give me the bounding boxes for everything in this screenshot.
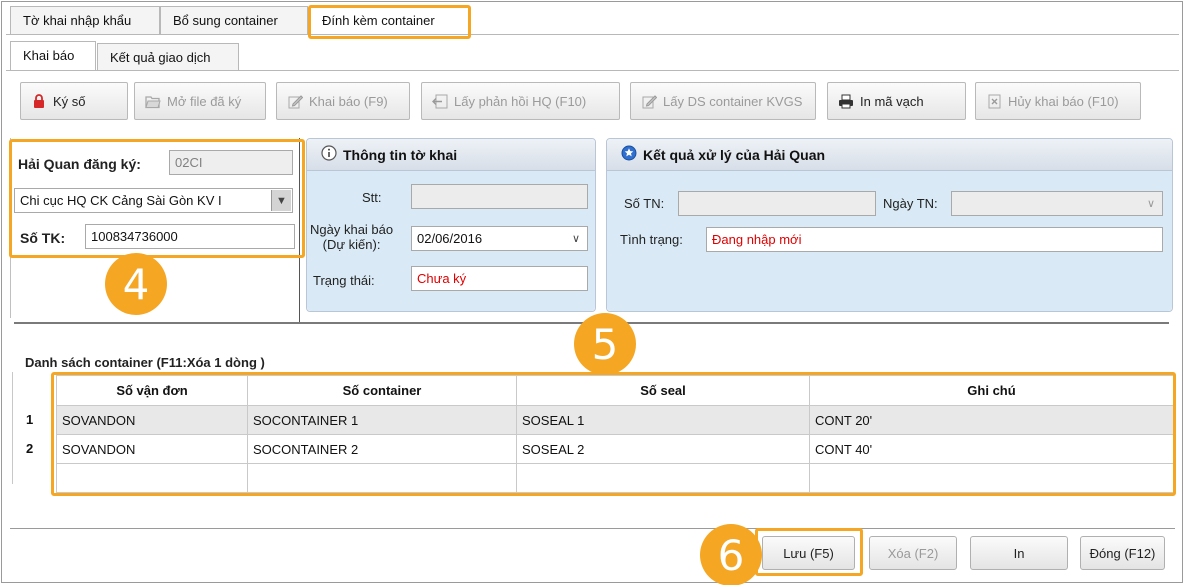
ket-qua-xu-ly-group: Kết quả xử lý của Hải Quan <box>606 138 1173 312</box>
ngay-tn-field[interactable]: ∨ <box>951 191 1163 216</box>
tab-label: Đính kèm container <box>322 13 435 28</box>
dong-button[interactable]: Đóng (F12) <box>1080 536 1165 570</box>
stt-label: Stt: <box>362 190 382 205</box>
cell-empty[interactable] <box>516 463 810 493</box>
tab-bo-sung-container[interactable]: Bổ sung container <box>160 6 308 34</box>
trang-thai-field[interactable]: Chưa ký <box>411 266 588 291</box>
lay-phan-hoi-button[interactable]: Lấy phản hồi HQ (F10) <box>421 82 620 120</box>
khai-bao-button[interactable]: Khai báo (F9) <box>276 82 410 120</box>
subtab-khai-bao[interactable]: Khai báo <box>10 41 96 70</box>
receive-icon <box>432 93 448 109</box>
subtab-ket-qua-giao-dich[interactable]: Kết quả giao dịch <box>97 43 239 70</box>
column-header-so-van-don[interactable]: Số vận đơn <box>56 375 248 406</box>
lay-ds-container-button[interactable]: Lấy DS container KVGS <box>630 82 816 120</box>
container-list-title: Danh sách container (F11:Xóa 1 dòng ) <box>25 355 265 370</box>
table-row[interactable]: SOVANDON SOCONTAINER 2 SOSEAL 2 CONT 40' <box>56 434 1174 464</box>
star-icon <box>621 145 637 164</box>
subtab-label: Kết quả giao dịch <box>110 50 211 65</box>
row-number: 2 <box>26 441 34 456</box>
luu-button[interactable]: Lưu (F5) <box>762 536 855 570</box>
cell-so-container[interactable]: SOCONTAINER 2 <box>247 434 517 464</box>
callout-4: 4 <box>105 253 167 315</box>
ket-qua-header: Kết quả xử lý của Hải Quan <box>607 139 1172 171</box>
huy-khai-bao-label: Hủy khai báo (F10) <box>1008 93 1119 109</box>
stt-field[interactable] <box>411 184 588 209</box>
in-button[interactable]: In <box>970 536 1068 570</box>
khai-bao-label: Khai báo (F9) <box>309 93 388 109</box>
ngay-khai-bao-field[interactable]: 02/06/2016 ∨ <box>411 226 588 251</box>
ngay-khai-bao-label: Ngày khai báo (Dự kiến): <box>310 222 393 252</box>
ky-so-label: Ký số <box>53 93 86 109</box>
hai-quan-label: Hải Quan đăng ký: <box>18 156 141 172</box>
column-header-so-container[interactable]: Số container <box>247 375 517 406</box>
lay-phan-hoi-label: Lấy phản hồi HQ (F10) <box>454 93 587 109</box>
panel-separator <box>299 138 300 322</box>
footer-divider <box>10 528 1175 529</box>
ky-so-button[interactable]: Ký số <box>20 82 128 120</box>
so-tn-field[interactable] <box>678 191 876 216</box>
cell-so-seal[interactable]: SOSEAL 2 <box>516 434 810 464</box>
huy-khai-bao-button[interactable]: Hủy khai báo (F10) <box>975 82 1141 120</box>
cell-so-seal[interactable]: SOSEAL 1 <box>516 405 810 435</box>
trang-thai-label: Trạng thái: <box>313 273 375 288</box>
mo-file-da-ky-button[interactable]: Mở file đã ký <box>134 82 266 120</box>
column-header-so-seal[interactable]: Số seal <box>516 375 810 406</box>
ngay-label-line2: (Dự kiến): <box>322 237 381 252</box>
row-number: 1 <box>26 412 34 427</box>
cell-so-van-don[interactable]: SOVANDON <box>56 405 248 435</box>
hai-quan-name-value: Chi cục HQ CK Cảng Sài Gòn KV I <box>20 193 222 208</box>
table-header-row: Số vận đơn Số container Số seal Ghi chú <box>56 375 1174 406</box>
printer-icon <box>838 93 854 109</box>
tab-label: Bổ sung container <box>173 13 278 28</box>
callout-6: 6 <box>700 524 762 585</box>
cell-ghi-chu[interactable]: CONT 20' <box>809 405 1174 435</box>
tinh-trang-field[interactable]: Đang nhập mới <box>706 227 1163 252</box>
ngay-khai-bao-value: 02/06/2016 <box>417 231 483 246</box>
tab-to-khai-nhap-khau[interactable]: Tờ khai nhập khẩu <box>10 6 160 34</box>
so-tn-label: Số TN: <box>624 196 665 211</box>
callout-5: 5 <box>574 313 636 375</box>
thong-tin-header: Thông tin tờ khai <box>307 139 595 171</box>
left-panel-border <box>10 138 11 318</box>
cell-so-van-don[interactable]: SOVANDON <box>56 434 248 464</box>
subtab-divider <box>6 70 1179 71</box>
table-row-empty[interactable] <box>56 463 1174 493</box>
dropdown-arrow-icon[interactable]: ▼ <box>271 190 291 211</box>
so-tk-label: Số TK: <box>20 230 66 246</box>
info-icon <box>321 145 337 164</box>
cell-empty[interactable] <box>56 463 248 493</box>
so-tk-field[interactable]: 100834736000 <box>85 224 295 249</box>
cell-ghi-chu[interactable]: CONT 40' <box>809 434 1174 464</box>
column-header-ghi-chu[interactable]: Ghi chú <box>809 375 1174 406</box>
thong-tin-title: Thông tin tờ khai <box>343 146 458 163</box>
xoa-button[interactable]: Xóa (F2) <box>869 536 957 570</box>
container-table: Số vận đơn Số container Số seal Ghi chú … <box>56 375 1174 493</box>
cell-so-container[interactable]: SOCONTAINER 1 <box>247 405 517 435</box>
lock-icon <box>31 93 47 109</box>
lay-ds-label: Lấy DS container KVGS <box>663 93 803 109</box>
hai-quan-code-field[interactable]: 02CI <box>169 150 293 175</box>
cancel-document-icon <box>986 93 1002 109</box>
ket-qua-title: Kết quả xử lý của Hải Quan <box>643 146 826 163</box>
edit-list-icon <box>641 93 657 109</box>
in-ma-vach-label: In mã vạch <box>860 93 924 109</box>
cell-empty[interactable] <box>247 463 517 493</box>
ngay-label-line1: Ngày khai báo <box>310 222 394 237</box>
cell-empty[interactable] <box>809 463 1174 493</box>
grid-left-border <box>12 372 13 484</box>
mo-file-label: Mở file đã ký <box>167 93 242 109</box>
chevron-down-icon[interactable]: ∨ <box>566 228 586 249</box>
ngay-tn-label: Ngày TN: <box>883 196 938 211</box>
in-ma-vach-button[interactable]: In mã vạch <box>827 82 966 120</box>
chevron-down-icon[interactable]: ∨ <box>1141 193 1161 214</box>
tab-divider <box>6 34 1179 35</box>
open-file-icon <box>145 93 161 109</box>
edit-icon <box>287 93 303 109</box>
subtab-label: Khai báo <box>23 48 75 63</box>
tinh-trang-label: Tình trạng: <box>620 232 683 247</box>
hai-quan-select[interactable]: Chi cục HQ CK Cảng Sài Gòn KV I ▼ <box>14 188 293 213</box>
tab-dinh-kem-container[interactable]: Đính kèm container <box>309 6 469 34</box>
table-row[interactable]: SOVANDON SOCONTAINER 1 SOSEAL 1 CONT 20' <box>56 405 1174 435</box>
tab-label: Tờ khai nhập khẩu <box>23 13 132 28</box>
